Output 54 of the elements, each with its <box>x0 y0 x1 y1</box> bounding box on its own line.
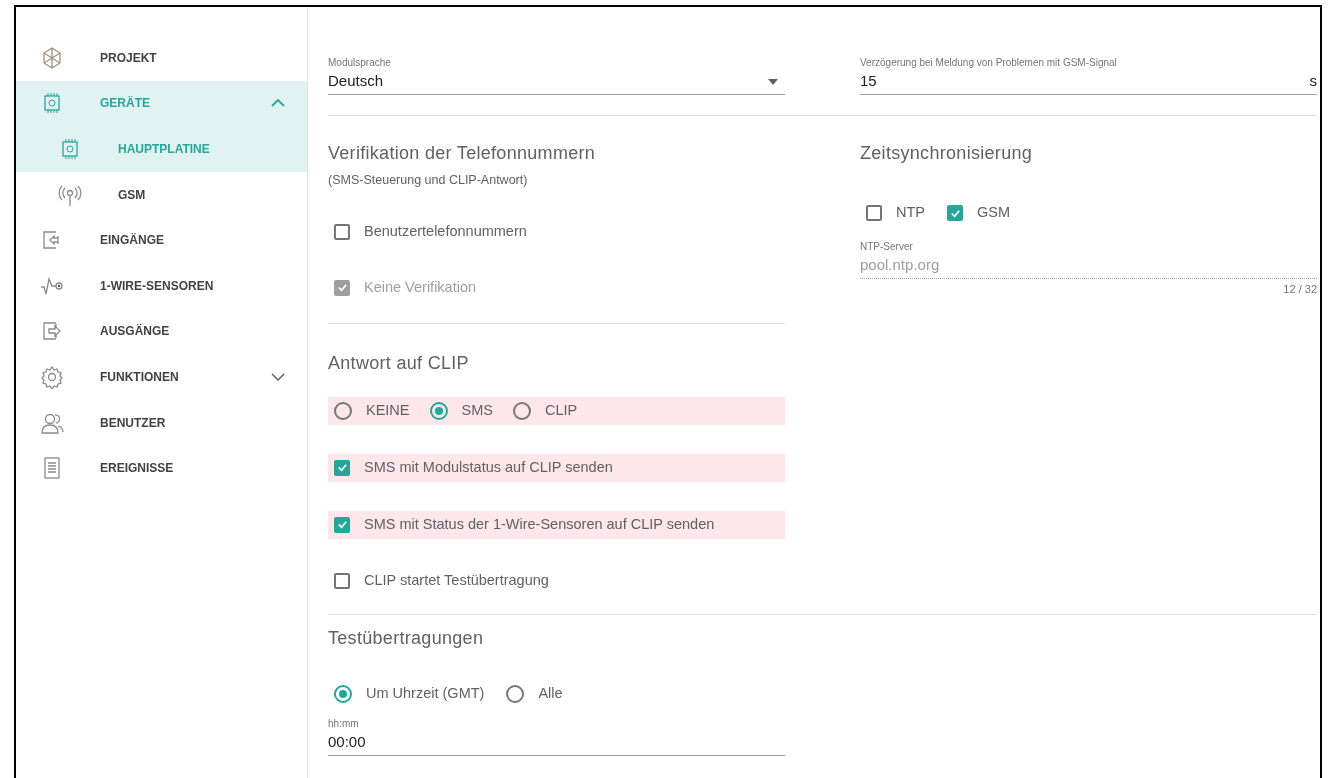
radio-button[interactable] <box>429 401 448 420</box>
option-label: Alle <box>538 683 563 703</box>
option-label: Benutzertelefonnummern <box>364 221 527 241</box>
radio-button[interactable] <box>334 684 352 703</box>
sidebar-item[interactable]: EREIGNISSE <box>16 445 307 491</box>
option-label: KEINE <box>366 400 410 420</box>
option-label: SMS <box>461 400 493 420</box>
sidebar-item[interactable]: PROJEKT <box>16 35 307 81</box>
select-field[interactable]: Deutsch <box>328 69 785 95</box>
field-label: Modulsprache <box>328 57 392 69</box>
sidebar-item[interactable]: BENUTZER <box>16 399 307 446</box>
sidebar-item[interactable]: GSM <box>16 171 307 218</box>
gear-icon <box>40 364 64 389</box>
checkmark-icon <box>336 462 348 474</box>
option-label: CLIP startet Testübertragung <box>364 570 549 590</box>
checkbox[interactable] <box>334 459 350 476</box>
snowflake-icon <box>40 45 64 70</box>
chevron-down-icon[interactable] <box>271 371 285 382</box>
radio-button[interactable] <box>506 684 525 703</box>
character-counter: 12 / 32 <box>1282 283 1317 295</box>
chevron-up-icon[interactable] <box>271 98 285 109</box>
sidebar-item[interactable]: FUNKTIONEN <box>16 354 307 400</box>
option-label: SMS mit Status der 1-Wire-Sensoren auf CLIP senden <box>364 514 715 534</box>
checkmark-icon <box>336 282 348 294</box>
section-subtitle: (SMS-Steuerung und CLIP-Antwort) <box>328 172 529 189</box>
sidebar-item[interactable]: AUSGÄNGE <box>16 308 307 355</box>
section-title: Antwort auf CLIP <box>328 351 470 375</box>
checkbox[interactable] <box>947 205 963 221</box>
option-label: NTP <box>896 203 925 223</box>
option-label: Keine Verifikation <box>364 277 477 297</box>
unit-label: s <box>1309 71 1317 92</box>
section-title: Verifikation der Telefonnummern <box>328 142 597 165</box>
option-label: GSM <box>977 203 1011 223</box>
field-label: Verzögerung bei Meldung von Problemen mit GSM-Signal <box>860 57 1118 69</box>
field-label: NTP-Server <box>860 241 914 253</box>
field-label: hh:mm <box>328 717 360 730</box>
checkbox[interactable] <box>334 516 350 533</box>
radio-button[interactable] <box>334 401 352 420</box>
section-title: Testübertragungen <box>328 626 485 650</box>
checkbox[interactable] <box>866 205 882 221</box>
checkbox[interactable] <box>334 572 350 589</box>
sidebar-item[interactable]: EINGÄNGE <box>16 217 307 263</box>
radio-button[interactable] <box>512 401 531 420</box>
caret-icon[interactable] <box>767 77 779 86</box>
sidebar-item[interactable]: 1-WIRE-SENSOREN <box>16 262 307 309</box>
checkbox[interactable] <box>334 223 350 240</box>
checkmark-icon <box>336 519 348 531</box>
checkmark-icon <box>949 207 961 219</box>
input-field[interactable]: 00:00 <box>328 731 785 754</box>
option-label: SMS mit Modulstatus auf CLIP senden <box>364 457 613 477</box>
option-label: CLIP <box>544 400 578 420</box>
input-field[interactable]: 15 <box>860 70 1310 93</box>
option-label: Um Uhrzeit (GMT) <box>366 683 485 703</box>
section-title: Zeitsynchronisierung <box>860 142 1034 165</box>
